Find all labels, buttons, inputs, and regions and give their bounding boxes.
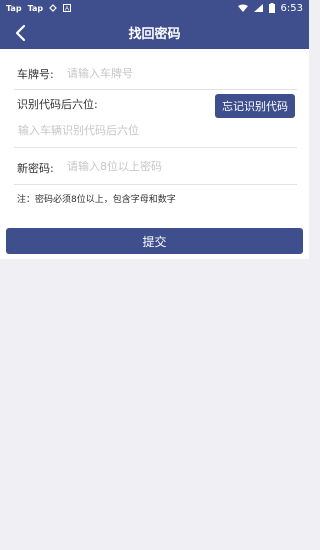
vin-label: 识别代码后六位: (17, 98, 98, 111)
password-note: 注：密码必须8位以上，包含字母和数字 (17, 195, 176, 205)
status-bar-left: Tap Tap A (6, 3, 72, 13)
app-bar: 找回密码 (0, 16, 309, 49)
forgot-vin-button[interactable]: 忘记识别代码 (215, 94, 295, 118)
submit-button[interactable]: 提交 (6, 228, 303, 254)
password-label: 新密码: (17, 162, 54, 175)
password-input[interactable]: 请输入8位以上密码 (67, 158, 162, 174)
battery-icon (268, 3, 275, 13)
wifi-icon (237, 4, 248, 12)
status-time: 6:53 (280, 2, 303, 14)
svg-text:A: A (65, 7, 69, 13)
status-bar-right: 6:53 (237, 2, 303, 14)
status-bar: Tap Tap A 6:53 (0, 0, 309, 16)
plate-row: 车牌号: 请输入车牌号 (14, 49, 297, 90)
sync-icon (49, 4, 57, 12)
chevron-left-icon[interactable] (12, 24, 30, 42)
plate-label: 车牌号: (17, 68, 54, 81)
page-title: 找回密码 (128, 27, 181, 42)
a-icon: A (63, 4, 72, 13)
vin-row: 识别代码后六位: 忘记识别代码 输入车辆识别代码后六位 (14, 90, 297, 148)
status-app-tap-1: Tap (6, 3, 22, 13)
status-app-tap-2: Tap (27, 3, 44, 13)
vin-input[interactable]: 输入车辆识别代码后六位 (18, 122, 139, 138)
signal-icon (253, 4, 263, 12)
password-row: 新密码: 请输入8位以上密码 (14, 148, 297, 185)
plate-input[interactable]: 请输入车牌号 (67, 65, 133, 81)
